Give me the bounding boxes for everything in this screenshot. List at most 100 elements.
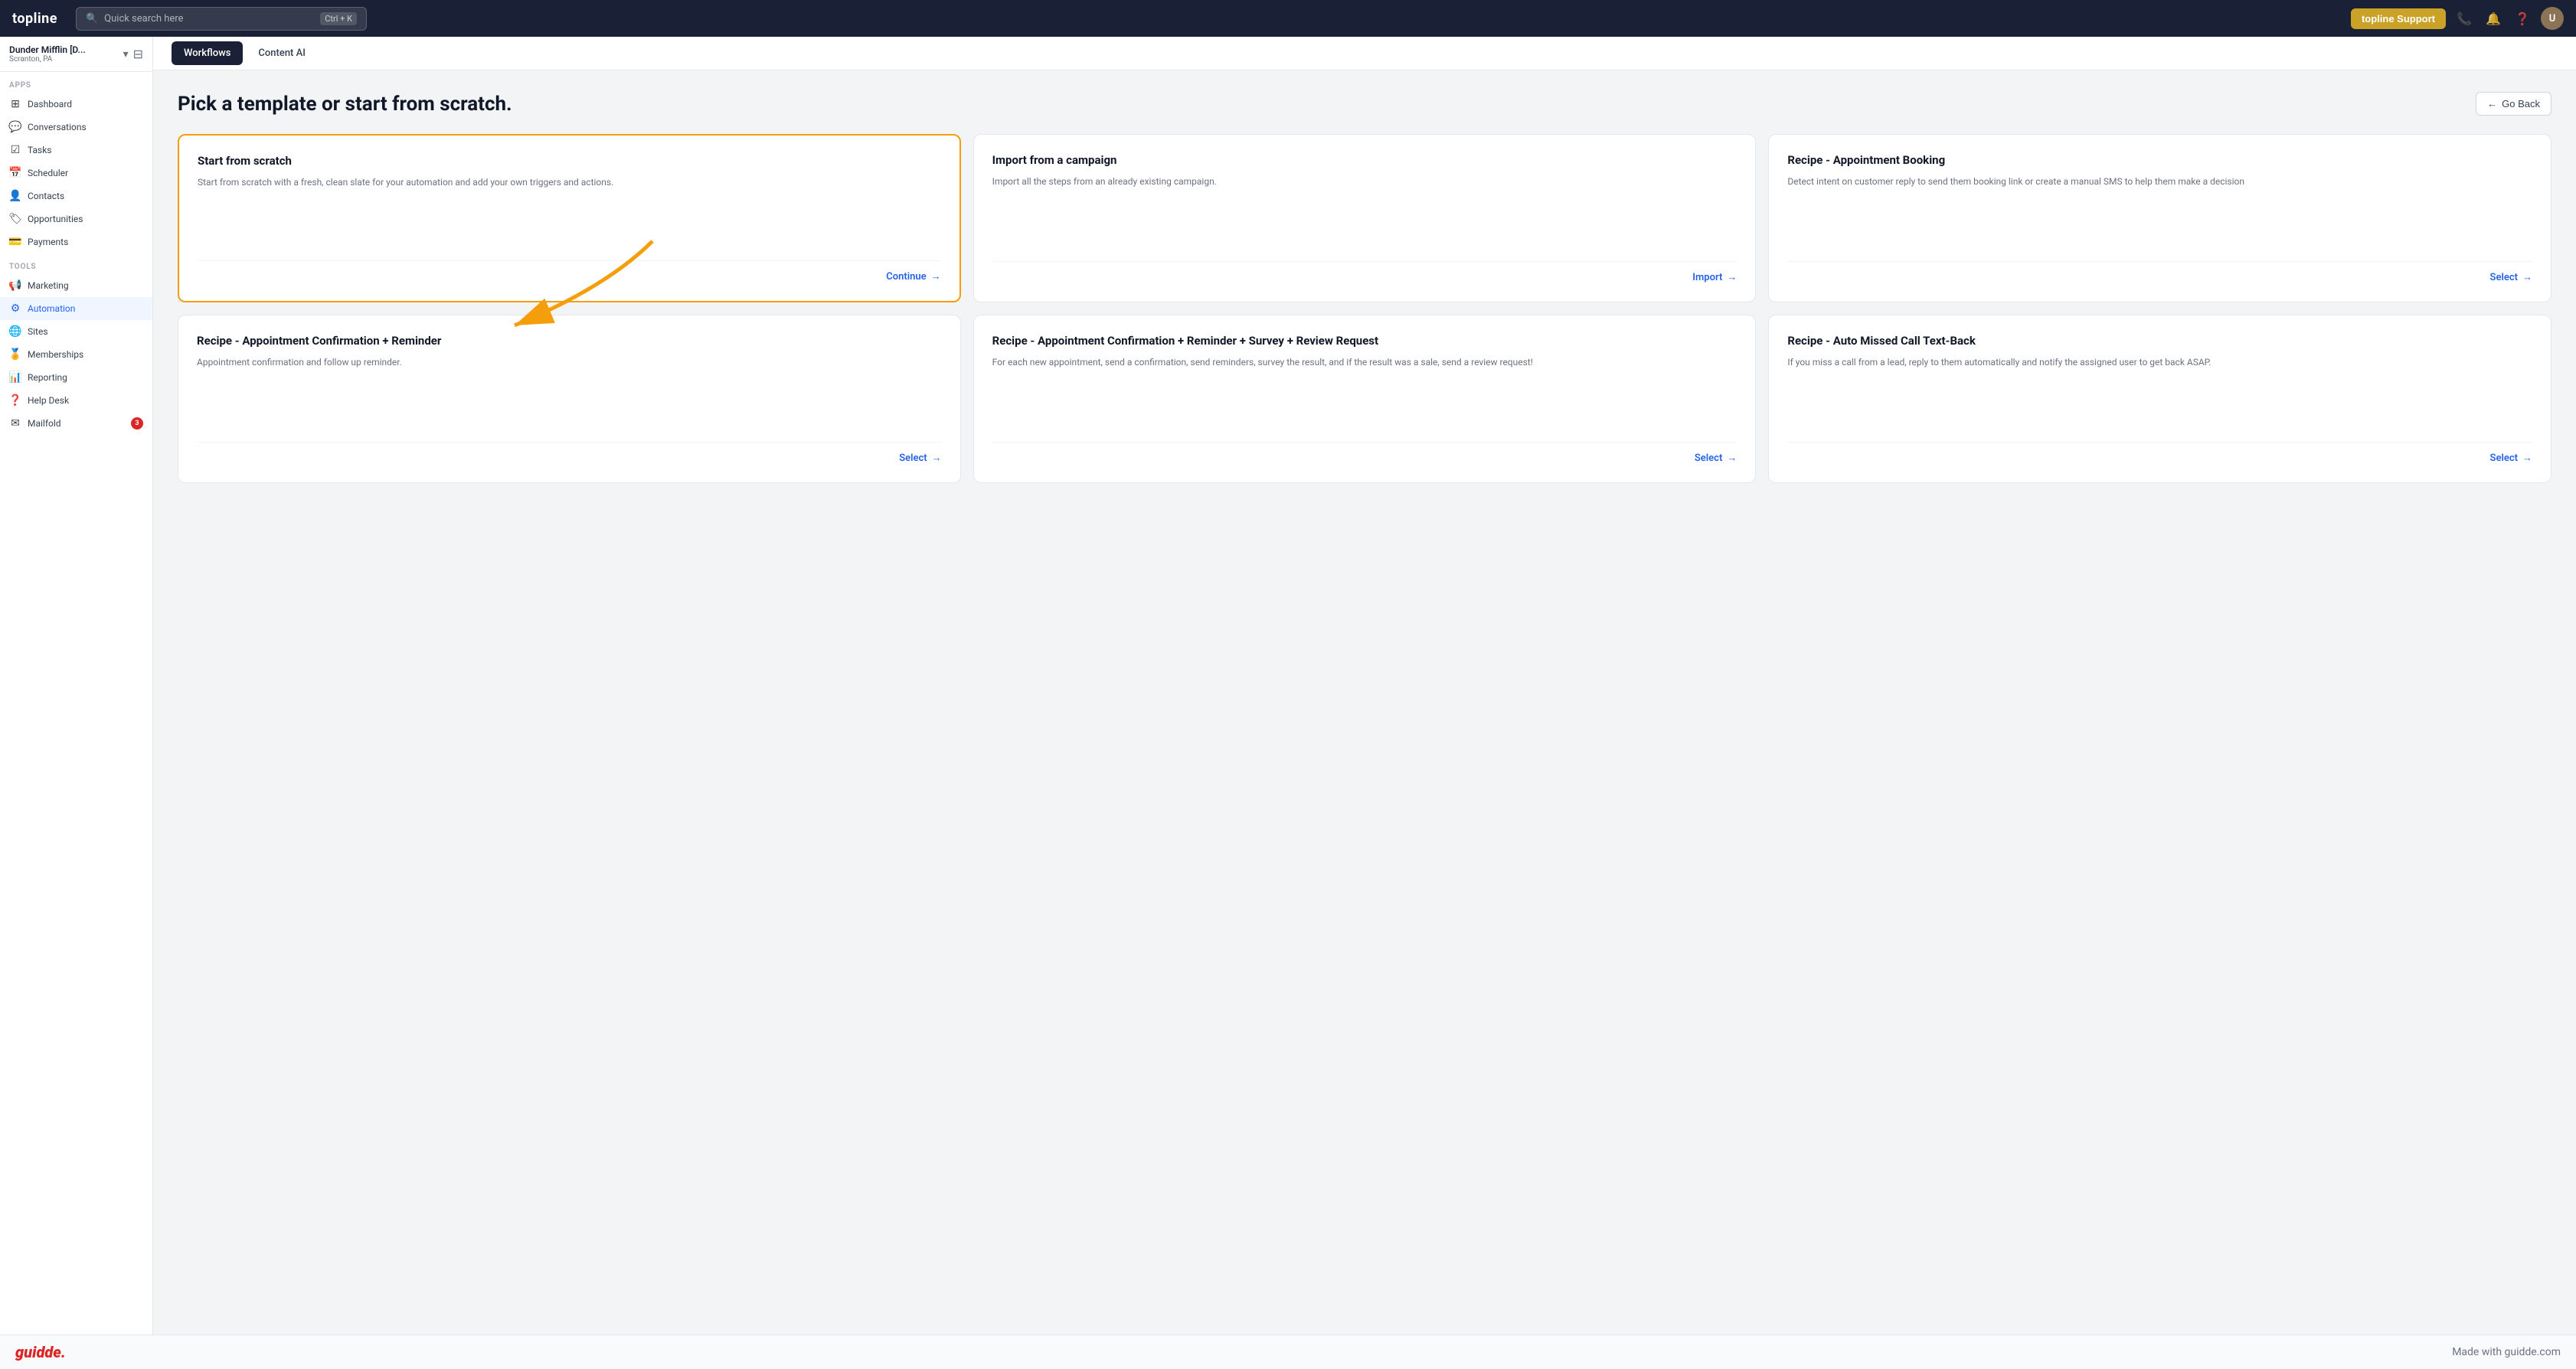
app-logo: topline — [12, 11, 57, 27]
sidebar-item-reporting[interactable]: 📊 Reporting — [0, 366, 152, 389]
continue-action[interactable]: Continue → — [198, 260, 941, 283]
select-action[interactable]: Select → — [1787, 261, 2532, 283]
arrow-right-icon: → — [1727, 452, 1737, 464]
template-card-missed-call[interactable]: Recipe - Auto Missed Call Text-Back If y… — [1768, 315, 2551, 483]
nav-icons: topline Support 📞 🔔 ❓ U — [2351, 7, 2564, 30]
org-selector[interactable]: Dunder Mifflin [D... Scranton, PA ▾ ⊟ — [0, 37, 152, 72]
arrow-right-icon: → — [931, 270, 941, 283]
sidebar-item-dashboard[interactable]: ⊞ Dashboard — [0, 93, 152, 116]
template-description: Import all the steps from an already exi… — [992, 175, 1737, 249]
page-content: Pick a template or start from scratch. ←… — [153, 70, 2576, 1335]
select-label: Select — [1695, 453, 1722, 464]
sidebar-item-marketing[interactable]: 📢 Marketing — [0, 274, 152, 297]
sidebar-item-automation[interactable]: ⚙ Automation — [0, 297, 152, 320]
dashboard-icon: ⊞ — [9, 98, 21, 110]
avatar[interactable]: U — [2541, 7, 2564, 30]
template-card-scratch[interactable]: Start from scratch Start from scratch wi… — [178, 134, 961, 302]
content-area: Workflows Content AI Pick a template or … — [153, 37, 2576, 1335]
template-grid: Start from scratch Start from scratch wi… — [178, 134, 2551, 483]
template-description: Start from scratch with a fresh, clean s… — [198, 175, 941, 248]
template-grid-container: Start from scratch Start from scratch wi… — [178, 134, 2551, 483]
marketing-icon: 📢 — [9, 279, 21, 292]
tools-section-label: Tools — [0, 253, 152, 274]
sidebar-item-label: Tasks — [28, 145, 52, 155]
sidebar-item-label: Memberships — [28, 349, 83, 360]
contacts-icon: 👤 — [9, 190, 21, 202]
org-name: Dunder Mifflin [D... — [9, 44, 119, 55]
sidebar-item-label: Contacts — [28, 191, 64, 201]
support-button[interactable]: topline Support — [2351, 8, 2446, 29]
sidebar-item-sites[interactable]: 🌐 Sites — [0, 320, 152, 343]
template-card-booking[interactable]: Recipe - Appointment Booking Detect inte… — [1768, 134, 2551, 302]
sidebar-item-label: Opportunities — [28, 214, 83, 224]
template-description: If you miss a call from a lead, reply to… — [1787, 355, 2532, 430]
org-info: Dunder Mifflin [D... Scranton, PA — [9, 44, 119, 64]
select-action[interactable]: Select → — [992, 442, 1737, 464]
apps-section-label: Apps — [0, 72, 152, 93]
template-title: Start from scratch — [198, 154, 941, 168]
arrow-right-icon: → — [2522, 271, 2532, 283]
help-icon[interactable]: ❓ — [2512, 8, 2533, 29]
select-action[interactable]: Select → — [197, 442, 942, 464]
sidebar-item-label: Help Desk — [28, 395, 69, 406]
top-navigation: topline 🔍 Quick search here Ctrl + K top… — [0, 0, 2576, 37]
guidde-text: Made with guidde.com — [2452, 1346, 2561, 1358]
opportunities-icon: 🏷 — [9, 213, 21, 225]
phone-icon[interactable]: 📞 — [2453, 8, 2475, 29]
helpdesk-icon: ❓ — [9, 394, 21, 407]
payments-icon: 💳 — [9, 236, 21, 248]
template-card-confirmation[interactable]: Recipe - Appointment Confirmation + Remi… — [178, 315, 961, 483]
select-action[interactable]: Select → — [1787, 442, 2532, 464]
guidde-logo: guidde. — [15, 1343, 66, 1361]
search-placeholder-text: Quick search here — [104, 13, 183, 25]
tab-workflows[interactable]: Workflows — [172, 41, 243, 65]
sidebar-item-memberships[interactable]: 🏅 Memberships — [0, 343, 152, 366]
tasks-icon: ☑ — [9, 144, 21, 156]
sidebar-item-opportunities[interactable]: 🏷 Opportunities — [0, 207, 152, 230]
sidebar-item-label: Automation — [28, 303, 75, 314]
memberships-icon: 🏅 — [9, 348, 21, 361]
org-location: Scranton, PA — [9, 55, 119, 64]
tab-content-ai[interactable]: Content AI — [246, 41, 318, 65]
chevron-down-icon: ▾ — [123, 48, 129, 60]
conversations-icon: 💬 — [9, 121, 21, 133]
import-label: Import — [1692, 272, 1722, 283]
sidebar-item-helpdesk[interactable]: ❓ Help Desk — [0, 389, 152, 412]
sidebar-item-scheduler[interactable]: 📅 Scheduler — [0, 162, 152, 185]
arrow-right-icon: → — [932, 452, 942, 464]
template-title: Recipe - Auto Missed Call Text-Back — [1787, 334, 2532, 348]
search-icon: 🔍 — [86, 13, 98, 25]
template-description: Detect intent on customer reply to send … — [1787, 175, 2532, 249]
template-description: Appointment confirmation and follow up r… — [197, 355, 942, 430]
reporting-icon: 📊 — [9, 371, 21, 384]
mailfold-icon: ✉ — [9, 417, 21, 430]
import-action[interactable]: Import → — [992, 261, 1737, 283]
sites-icon: 🌐 — [9, 325, 21, 338]
sidebar-item-label: Sites — [28, 326, 48, 337]
sidebar-item-tasks[interactable]: ☑ Tasks — [0, 139, 152, 162]
layout-icon[interactable]: ⊟ — [133, 47, 143, 61]
sidebar-item-contacts[interactable]: 👤 Contacts — [0, 185, 152, 207]
page-title: Pick a template or start from scratch. — [178, 93, 512, 116]
sidebar-item-payments[interactable]: 💳 Payments — [0, 230, 152, 253]
template-card-confirmation-survey[interactable]: Recipe - Appointment Confirmation + Remi… — [973, 315, 1757, 483]
select-label: Select — [2490, 453, 2518, 464]
template-title: Recipe - Appointment Confirmation + Remi… — [197, 334, 942, 348]
bell-icon[interactable]: 🔔 — [2483, 8, 2504, 29]
arrow-right-icon: → — [1727, 271, 1737, 283]
sidebar-item-mailfold[interactable]: ✉ Mailfold 3 — [0, 412, 152, 435]
main-layout: Dunder Mifflin [D... Scranton, PA ▾ ⊟ Ap… — [0, 37, 2576, 1335]
search-bar[interactable]: 🔍 Quick search here Ctrl + K — [76, 7, 367, 31]
bottom-bar: guidde. Made with guidde.com — [0, 1335, 2576, 1369]
template-card-campaign[interactable]: Import from a campaign Import all the st… — [973, 134, 1757, 302]
arrow-left-icon: ← — [2487, 98, 2497, 109]
automation-icon: ⚙ — [9, 302, 21, 315]
template-description: For each new appointment, send a confirm… — [992, 355, 1737, 430]
sidebar-item-label: Mailfold — [28, 418, 61, 429]
mailfold-badge: 3 — [131, 417, 143, 430]
sidebar-item-label: Scheduler — [28, 168, 68, 178]
select-label: Select — [2490, 272, 2518, 283]
go-back-button[interactable]: ← Go Back — [2476, 92, 2551, 116]
template-title: Recipe - Appointment Booking — [1787, 153, 2532, 167]
sidebar-item-conversations[interactable]: 💬 Conversations — [0, 116, 152, 139]
